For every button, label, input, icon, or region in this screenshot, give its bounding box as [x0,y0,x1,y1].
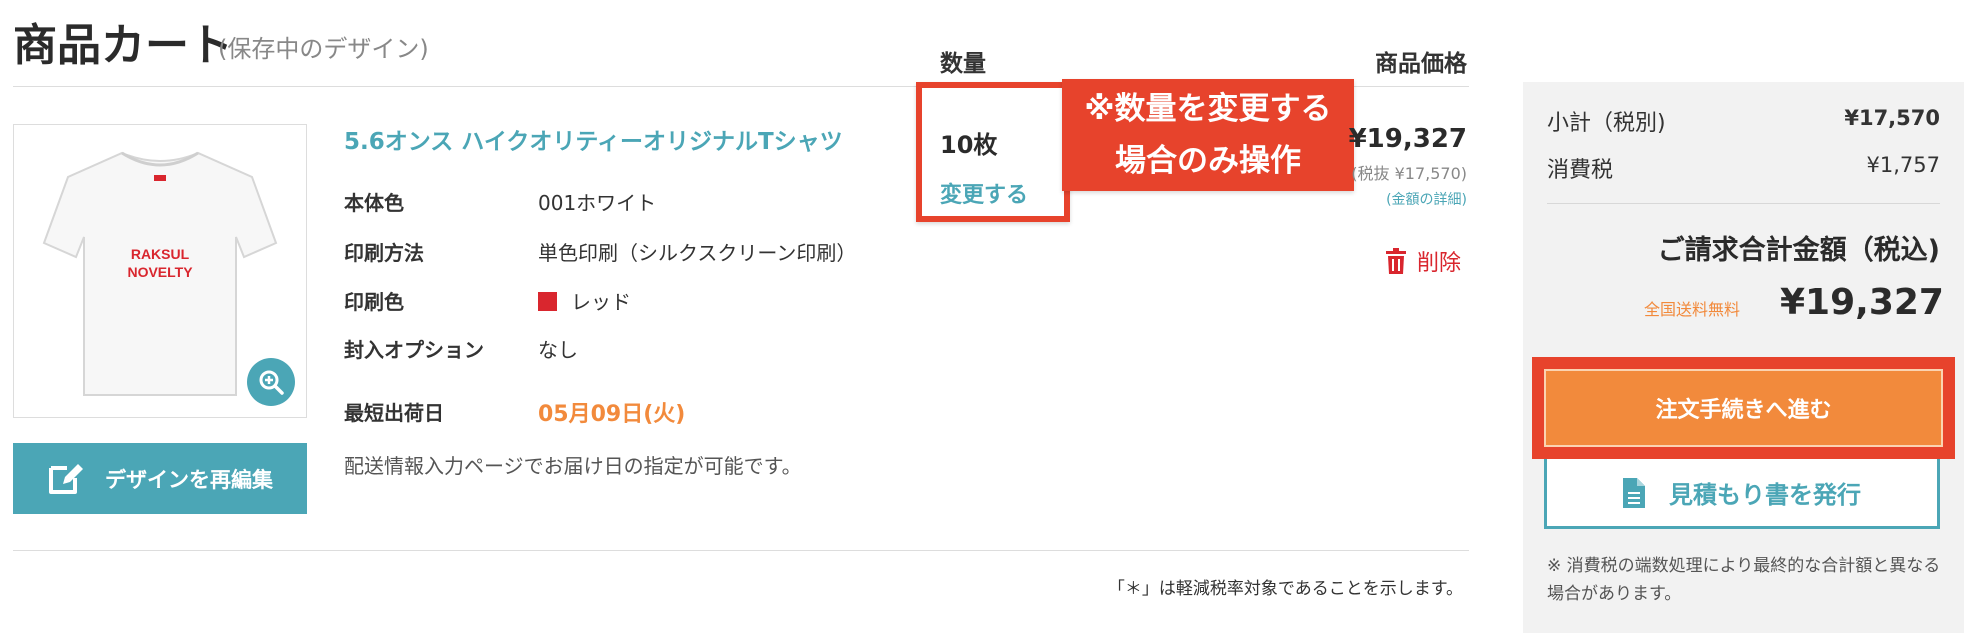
ship-date-note: 配送情報入力ページでお届け日の指定が可能です。 [344,454,802,478]
subtotal-value: ¥17,570 [1844,106,1940,130]
page-subtitle: (保存中のデザイン) [218,35,429,63]
spec-label-print-color: 印刷色 [344,290,404,314]
delete-label: 削除 [1417,251,1462,276]
price-detail-link[interactable]: (金額の詳細) [1340,189,1467,209]
edit-icon [49,463,83,494]
trash-icon [1386,248,1406,274]
checkout-button[interactable]: 注文手続きへ進む [1544,369,1943,447]
free-shipping-label: 全国送料無料 [1644,300,1741,319]
spec-value-print-color: レッド [538,286,631,315]
spec-label-enclosure: 封入オプション [344,338,484,362]
callout-line-1: ※数量を変更する [1084,91,1332,127]
issue-estimate-button[interactable]: 見積もり書を発行 [1544,459,1940,529]
shirt-print-text-1: RAKSUL [131,246,190,262]
tax-rounding-note: ※ 消費税の端数処理により最終的な合計額と異なる場合があります。 [1547,556,1941,604]
delete-item-button[interactable]: 削除 [1385,245,1461,277]
change-quantity-link[interactable]: 変更する [940,177,1028,209]
consumption-tax-label: 消費税 [1547,158,1614,183]
spec-label-print-method: 印刷方法 [344,241,424,265]
subtotal-label: 小計（税別) [1547,111,1666,136]
ship-date-value: 05月09日(火) [538,402,686,427]
reduced-tax-footnote: 「＊」は軽減税率対象であることを示します。 [1107,579,1463,599]
summary-divider [1547,203,1940,204]
column-header-quantity: 数量 [940,51,986,77]
shirt-print-text-2: NOVELTY [127,264,193,280]
callout-line-2: 場合のみ操作 [1115,143,1301,179]
item-divider [13,550,1469,551]
page-title: 商品カート [13,20,233,71]
product-name[interactable]: 5.6オンス ハイクオリティーオリジナルTシャツ [344,122,843,156]
item-price: ¥19,327 [1348,124,1467,154]
print-color-name: レッド [571,290,631,314]
quantity-value: 10枚 [940,131,998,159]
quantity-callout: ※数量を変更する 場合のみ操作 [1062,79,1354,191]
color-swatch [538,292,557,311]
spec-value-enclosure: なし [538,338,578,362]
zoom-in-icon[interactable] [247,358,295,406]
spec-value-print-method: 単色印刷（シルクスクリーン印刷） [538,241,857,265]
document-icon [1623,477,1645,508]
spec-label-body-color: 本体色 [344,191,404,215]
item-price-tax-excluded: (税抜 ¥17,570) [1351,164,1467,183]
issue-estimate-label: 見積もり書を発行 [1669,481,1861,509]
spec-value-body-color: 001ホワイト [538,191,657,215]
reedit-design-label: デザインを再編集 [105,467,273,492]
total-amount-label: ご請求合計金額（税込) [1657,235,1940,266]
total-amount-value: ¥19,327 [1780,282,1944,323]
column-header-price: 商品価格 [1375,51,1467,77]
ship-date-label: 最短出荷日 [344,401,444,425]
reedit-design-button[interactable]: デザインを再編集 [13,443,307,514]
consumption-tax-value: ¥1,757 [1866,153,1940,177]
